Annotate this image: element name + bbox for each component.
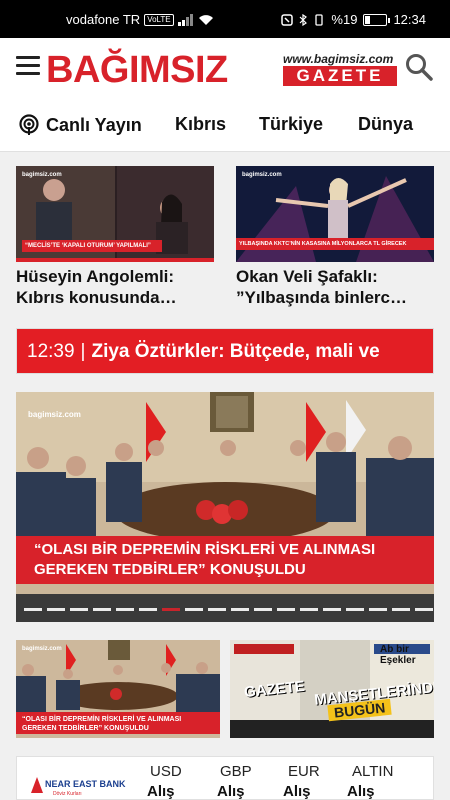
slider-dot[interactable] [116, 608, 134, 611]
bank-subtitle: Döviz Kurları [53, 791, 82, 797]
battery-icon [363, 13, 391, 26]
signal-icon [177, 13, 193, 26]
news-title-line: ”Yılbaşında binlerc… [236, 288, 407, 307]
slider-dot[interactable] [162, 608, 180, 611]
news-title: Okan Veli Şafaklı: ”Yılbaşında binlerc… [236, 266, 434, 308]
bank-logo-icon [31, 777, 43, 793]
logo-gazete: GAZETE [283, 66, 397, 86]
wifi-icon [198, 14, 213, 25]
bluetooth-icon [299, 13, 308, 26]
site-label: bagimsiz.com [22, 172, 62, 178]
battery-percent: %19 [331, 12, 358, 27]
nfc-icon [281, 13, 294, 26]
featured-caption-line: “OLASI BİR DEPREMİN RİSKLERİ VE ALINMASI [34, 541, 376, 558]
volte-badge: VoLTE [144, 13, 174, 26]
slider-dot[interactable] [369, 608, 387, 611]
slider-dot[interactable] [185, 608, 203, 611]
news-title-line: Kıbrıs konusunda… [16, 288, 177, 307]
currency-header-gbp: GBP [220, 763, 252, 780]
ticker-time: 12:39 [27, 341, 75, 362]
site-label: bagimsiz.com [242, 172, 282, 178]
image-overlay-caption: “OLASI BİR DEPREMİN RİSKLERİ VE ALINMASI… [16, 712, 220, 734]
caption-line: GEREKEN TEDBİRLER” KONUŞULDU [22, 725, 149, 732]
ticker-separator: | [80, 341, 86, 362]
currency-value-altin: Alış [347, 783, 375, 800]
currency-value-usd: Alış [147, 783, 175, 800]
featured-slider[interactable]: bagimsiz.com “OLASI BİR DEPREMİN RİSKLER… [16, 392, 434, 622]
app-header: BAĞIMSIZ www.bagimsiz.com GAZETE [0, 38, 450, 100]
slider-pagination [16, 608, 434, 616]
breaking-news-ticker[interactable]: 12:39 | Ziya Öztürkler: Bütçede, mali ve [16, 328, 434, 374]
currency-header-altin: ALTIN [352, 763, 394, 780]
bank-name: NEAR EAST BANK [45, 779, 126, 789]
news-title: Hüseyin Angolemli: Kıbrıs konusunda… [16, 266, 214, 308]
slider-dot[interactable] [70, 608, 88, 611]
status-bar: vodafone TR VoLTE %19 12:34 [0, 0, 450, 38]
site-label: bagimsiz.com [22, 646, 62, 652]
news-card[interactable]: bagimsiz.com “OLASI BİR DEPREMİN RİSKLER… [16, 640, 220, 738]
news-card[interactable]: bagimsiz.com “MECLİS’TE ‘KAPALI OTURUM’ … [16, 166, 214, 308]
slider-dot[interactable] [346, 608, 364, 611]
category-nav: Canlı Yayın Kıbrıs Türkiye Dünya [0, 100, 450, 152]
slider-dot[interactable] [93, 608, 111, 611]
currency-widget: NEAR EAST BANK Döviz Kurları USD GBP EUR… [16, 756, 434, 800]
nav-item-live[interactable]: Canlı Yayın [18, 114, 142, 136]
menu-icon[interactable] [16, 56, 40, 75]
news-title-line: Okan Veli Şafaklı: [236, 267, 378, 286]
ticker-text: Ziya Öztürkler: Bütçede, mali ve [91, 341, 380, 362]
newspaper-headline: Ab bir Eşekler [380, 644, 416, 666]
image-overlay-caption: “MECLİS’TE ‘KAPALI OTURUM’ YAPILMALI” [22, 240, 162, 252]
search-icon[interactable] [404, 52, 434, 82]
slider-dot[interactable] [47, 608, 65, 611]
featured-caption: “OLASI BİR DEPREMİN RİSKLERİ VE ALINMASI… [16, 536, 434, 584]
news-card[interactable]: Ab bir Eşekler GAZETE MANŞETLERİNDE BUGÜ… [230, 640, 434, 738]
news-thumbnail: bagimsiz.com YILBAŞINDA KKTC’NİN KASASIN… [236, 166, 434, 262]
carrier-label: vodafone TR [66, 12, 141, 27]
featured-caption-line: GEREKEN TEDBİRLER” KONUŞULDU [34, 561, 306, 578]
currency-header-eur: EUR [288, 763, 320, 780]
clock: 12:34 [393, 12, 426, 27]
currency-value-gbp: Alış [217, 783, 245, 800]
currency-value-eur: Alış [283, 783, 311, 800]
image-overlay-caption: YILBAŞINDA KKTC’NİN KASASINA MİLYONLARCA… [236, 238, 434, 250]
nav-live-label: Canlı Yayın [46, 114, 142, 135]
slider-dot[interactable] [231, 608, 249, 611]
news-thumbnail: bagimsiz.com “MECLİS’TE ‘KAPALI OTURUM’ … [16, 166, 214, 262]
slider-dot[interactable] [277, 608, 295, 611]
nav-item-kibris[interactable]: Kıbrıs [175, 114, 226, 135]
slider-dot[interactable] [24, 608, 42, 611]
featured-image [16, 392, 434, 622]
caption-line: “OLASI BİR DEPREMİN RİSKLERİ VE ALINMASI [22, 716, 182, 723]
slider-dot[interactable] [139, 608, 157, 611]
logo-url: www.bagimsiz.com [283, 52, 394, 66]
live-broadcast-icon [19, 114, 39, 135]
site-label: bagimsiz.com [28, 410, 81, 419]
slider-dot[interactable] [208, 608, 226, 611]
status-right: %19 12:34 [281, 12, 426, 27]
vibrate-icon [315, 13, 324, 26]
slider-dot[interactable] [392, 608, 410, 611]
news-card[interactable]: bagimsiz.com YILBAŞINDA KKTC’NİN KASASIN… [236, 166, 434, 308]
status-left: vodafone TR VoLTE [66, 12, 214, 27]
currency-header-usd: USD [150, 763, 182, 780]
slider-dot[interactable] [323, 608, 341, 611]
slider-dot[interactable] [254, 608, 272, 611]
nav-item-turkiye[interactable]: Türkiye [259, 114, 323, 135]
news-title-line: Hüseyin Angolemli: [16, 267, 175, 286]
ticker-content: 12:39 | Ziya Öztürkler: Bütçede, mali ve [17, 329, 433, 373]
nav-item-dunya[interactable]: Dünya [358, 114, 413, 135]
logo-text[interactable]: BAĞIMSIZ [46, 48, 228, 92]
slider-dot[interactable] [415, 608, 433, 611]
slider-dot[interactable] [300, 608, 318, 611]
